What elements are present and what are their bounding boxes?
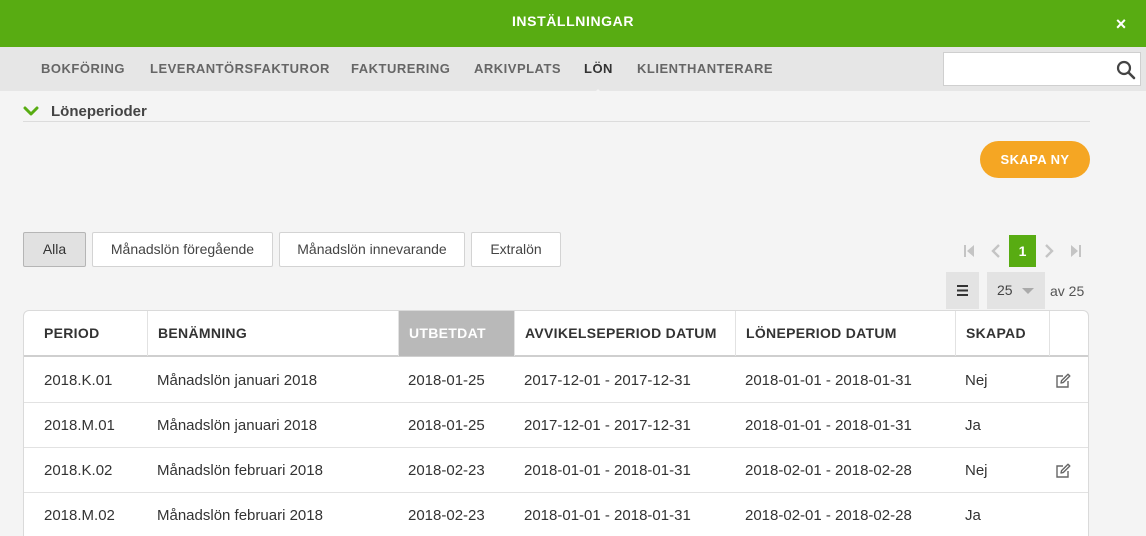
cell-paid: 2018-01-25 (408, 417, 485, 434)
col-header-loneperiod[interactable]: LÖNEPERIOD DATUM (736, 311, 956, 356)
col-header-avvikelseperiod[interactable]: AVVIKELSEPERIOD DATUM (515, 311, 736, 356)
col-header-benamning[interactable]: BENÄMNING (148, 311, 399, 356)
list-icon (957, 285, 968, 296)
close-icon[interactable]: × (1110, 13, 1132, 35)
cell-name: Månadslön februari 2018 (157, 507, 323, 524)
window-title: INSTÄLLNINGAR (511, 13, 635, 29)
table-header: PERIOD BENÄMNING UTBETDAT AVVIKELSEPERIO… (24, 311, 1088, 357)
filter-manadslon-foregaende[interactable]: Månadslön föregående (92, 232, 273, 267)
filter-manadslon-innevarande[interactable]: Månadslön innevarande (279, 232, 465, 267)
edit-icon[interactable] (1055, 463, 1071, 479)
col-header-skapad[interactable]: SKAPAD (956, 311, 1050, 356)
payroll-periods-table: PERIOD BENÄMNING UTBETDAT AVVIKELSEPERIO… (23, 310, 1089, 536)
search-input[interactable] (944, 53, 1109, 85)
cell-name: Månadslön februari 2018 (157, 462, 323, 479)
table-row[interactable]: 2018.K.01 Månadslön januari 2018 2018-01… (24, 358, 1088, 403)
first-page-icon[interactable] (958, 236, 980, 266)
section-header-loneperioder[interactable]: Löneperioder (23, 101, 1090, 122)
cell-period: 2018.K.02 (44, 462, 113, 479)
cell-name: Månadslön januari 2018 (157, 372, 318, 389)
column-settings-button[interactable] (946, 272, 979, 309)
create-new-button[interactable]: SKAPA NY (980, 141, 1090, 178)
filter-alla[interactable]: Alla (23, 232, 86, 267)
cell-created: Nej (965, 372, 988, 389)
total-count: av 25 (1050, 283, 1085, 299)
cell-paid: 2018-01-25 (408, 372, 485, 389)
filter-extralon[interactable]: Extralön (471, 232, 561, 267)
cell-salary-period: 2018-01-01 - 2018-01-31 (745, 417, 912, 434)
cell-created: Ja (965, 417, 981, 434)
cell-deviation: 2018-01-01 - 2018-01-31 (524, 507, 691, 524)
chevron-down-icon (23, 106, 39, 116)
cell-period: 2018.M.02 (44, 507, 115, 524)
cell-created: Ja (965, 507, 981, 524)
cell-period: 2018.K.01 (44, 372, 113, 389)
cell-created: Nej (965, 462, 988, 479)
cell-paid: 2018-02-23 (408, 507, 485, 524)
col-header-actions (1050, 311, 1088, 356)
next-page-icon[interactable] (1038, 236, 1060, 266)
cell-deviation: 2018-01-01 - 2018-01-31 (524, 462, 691, 479)
search-icon[interactable] (1116, 60, 1136, 80)
tab-bokforing[interactable]: BOKFÖRING (41, 61, 125, 76)
cell-name: Månadslön januari 2018 (157, 417, 318, 434)
cell-paid: 2018-02-23 (408, 462, 485, 479)
tab-arkivplats[interactable]: ARKIVPLATS (474, 61, 561, 76)
main-nav: BOKFÖRING LEVERANTÖRSFAKTUROR FAKTURERIN… (0, 47, 1146, 97)
table-row[interactable]: 2018.M.02 Månadslön februari 2018 2018-0… (24, 493, 1088, 536)
cell-deviation: 2017-12-01 - 2017-12-31 (524, 372, 691, 389)
page-size-select[interactable]: 25 (987, 272, 1045, 309)
page-size-value: 25 (997, 282, 1013, 298)
cell-salary-period: 2018-02-01 - 2018-02-28 (745, 462, 912, 479)
caret-down-icon (1022, 288, 1034, 294)
table-row[interactable]: 2018.M.01 Månadslön januari 2018 2018-01… (24, 403, 1088, 448)
tab-lon[interactable]: LÖN (584, 61, 613, 97)
previous-page-icon[interactable] (985, 236, 1007, 266)
col-header-utbetdat[interactable]: UTBETDAT (399, 311, 515, 356)
tab-fakturering[interactable]: FAKTURERING (351, 61, 450, 76)
last-page-icon[interactable] (1065, 236, 1087, 266)
cell-period: 2018.M.01 (44, 417, 115, 434)
search-box (943, 52, 1141, 86)
current-page-button[interactable]: 1 (1009, 235, 1036, 267)
section-title: Löneperioder (51, 103, 147, 120)
cell-deviation: 2017-12-01 - 2017-12-31 (524, 417, 691, 434)
col-header-period[interactable]: PERIOD (24, 311, 148, 356)
title-bar: INSTÄLLNINGAR × (0, 0, 1146, 47)
table-row[interactable]: 2018.K.02 Månadslön februari 2018 2018-0… (24, 448, 1088, 493)
cell-salary-period: 2018-02-01 - 2018-02-28 (745, 507, 912, 524)
cell-salary-period: 2018-01-01 - 2018-01-31 (745, 372, 912, 389)
tab-klienthanterare[interactable]: KLIENTHANTERARE (637, 61, 773, 76)
edit-icon[interactable] (1055, 373, 1071, 389)
tab-leverantorsfakturor[interactable]: LEVERANTÖRSFAKTUROR (150, 61, 330, 76)
